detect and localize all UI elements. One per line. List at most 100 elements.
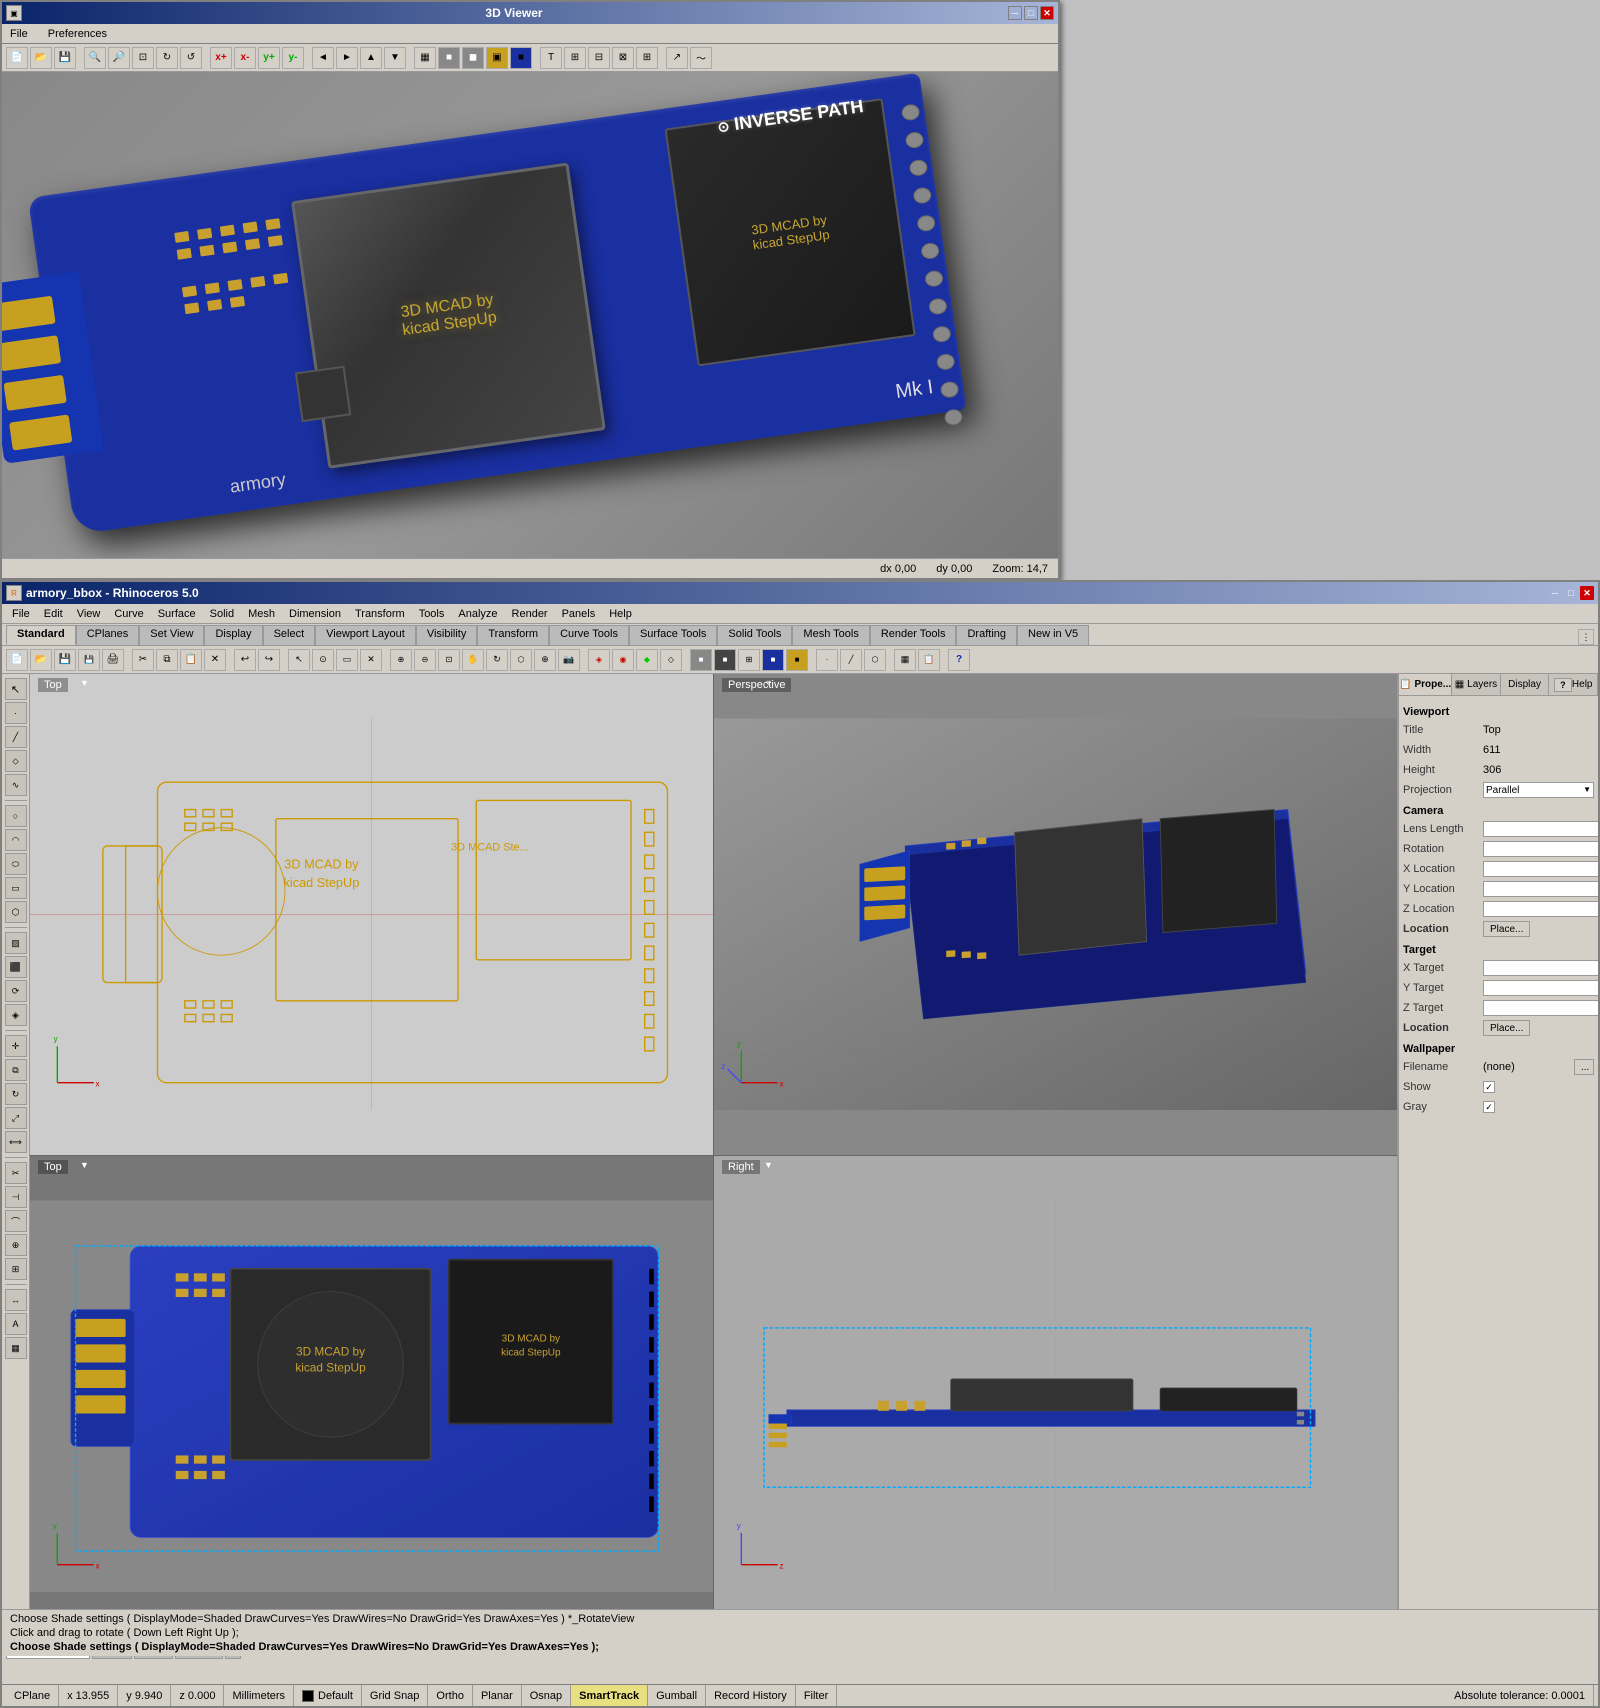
lt-dimension[interactable]: ↔ (5, 1289, 27, 1311)
viewport-top-left[interactable]: Top ▼ (30, 674, 713, 1155)
toolbar-pan-left[interactable]: ◄ (312, 47, 334, 69)
toolbar-x-neg[interactable]: x- (234, 47, 256, 69)
toolbar-zoom-fit[interactable]: ⊡ (132, 47, 154, 69)
ti-snap3[interactable]: ◆ (636, 649, 658, 671)
ti-shaded2[interactable]: ■ (714, 649, 736, 671)
bs-filter[interactable]: Filter (796, 1685, 837, 1706)
lt-point[interactable]: · (5, 702, 27, 724)
rp-place-btn[interactable]: Place... (1483, 921, 1530, 937)
toolbar-render4[interactable]: ■ (510, 47, 532, 69)
toolbar-render3[interactable]: ▣ (486, 47, 508, 69)
toolbar-new[interactable]: 📄 (6, 47, 28, 69)
rp-yloc-input[interactable]: 0.524 (1483, 881, 1598, 897)
rhino-minimize-button[interactable]: ─ (1548, 586, 1562, 600)
lt-trim[interactable]: ✂ (5, 1162, 27, 1184)
tab-mesh-tools[interactable]: Mesh Tools (792, 625, 869, 645)
lt-loft[interactable]: ◈ (5, 1004, 27, 1026)
ti-zoom-e[interactable]: ⊕ (390, 649, 412, 671)
ti-zoom-s[interactable]: ⊖ (414, 649, 436, 671)
bs-smart-track[interactable]: SmartTrack (571, 1685, 648, 1706)
toolbar-y-pos[interactable]: y+ (258, 47, 280, 69)
rp-gray-checkbox[interactable]: ✓ (1483, 1101, 1495, 1113)
rp-ztarget-input[interactable]: -0.825 (1483, 1000, 1598, 1016)
toolbar-layers[interactable]: ▦ (414, 47, 436, 69)
toolbar-options-button[interactable]: ⋮ (1578, 629, 1594, 645)
lt-polyline[interactable]: ⬦ (5, 750, 27, 772)
ti-redo[interactable]: ↪ (258, 649, 280, 671)
lt-ellipse[interactable]: ⬭ (5, 853, 27, 875)
menu-tools[interactable]: Tools (413, 606, 451, 622)
lt-copy-t[interactable]: ⧉ (5, 1059, 27, 1081)
ti-shaded1[interactable]: ■ (690, 649, 712, 671)
lt-extend[interactable]: ⊣ (5, 1186, 27, 1208)
viewer-canvas[interactable]: 3D MCAD bykicad StepUp 3D MCAD bykicad S… (2, 72, 1058, 558)
tab-new-in-v5[interactable]: New in V5 (1017, 625, 1089, 645)
ti-copy[interactable]: ⧉ (156, 649, 178, 671)
ti-window-select[interactable]: ▭ (336, 649, 358, 671)
tab-solid-tools[interactable]: Solid Tools (717, 625, 792, 645)
rhino-close-button[interactable]: ✕ (1580, 586, 1594, 600)
menu-transform[interactable]: Transform (349, 606, 411, 622)
viewer-menu-file[interactable]: File (6, 26, 32, 42)
ti-paste[interactable]: 📋 (180, 649, 202, 671)
ti-snap4[interactable]: ◇ (660, 649, 682, 671)
menu-render[interactable]: Render (506, 606, 554, 622)
ti-rotate3d[interactable]: ↻ (486, 649, 508, 671)
ti-render1[interactable]: ■ (762, 649, 784, 671)
menu-surface[interactable]: Surface (152, 606, 202, 622)
lt-boolean[interactable]: ⊕ (5, 1234, 27, 1256)
menu-panels[interactable]: Panels (556, 606, 602, 622)
ti-layers[interactable]: ▦ (894, 649, 916, 671)
ti-render2[interactable]: ■ (786, 649, 808, 671)
rp-show-checkbox[interactable]: ✓ (1483, 1081, 1495, 1093)
toolbar-zoom-out[interactable]: 🔎 (108, 47, 130, 69)
toolbar-wave[interactable]: 〜 (690, 47, 712, 69)
lt-polygon[interactable]: ⬡ (5, 901, 27, 923)
ti-new[interactable]: 📄 (6, 649, 28, 671)
bs-planar[interactable]: Planar (473, 1685, 522, 1706)
ti-zoom-w[interactable]: ⊡ (438, 649, 460, 671)
tab-set-view[interactable]: Set View (139, 625, 204, 645)
viewer-maximize-button[interactable]: □ (1024, 6, 1038, 20)
rp-xloc-input[interactable]: 4.005 (1483, 861, 1598, 877)
toolbar-misc2[interactable]: ⊠ (612, 47, 634, 69)
ti-line[interactable]: ╱ (840, 649, 862, 671)
rp-filename-btn[interactable]: ... (1574, 1059, 1594, 1075)
lt-line[interactable]: ╱ (5, 726, 27, 748)
ti-wire[interactable]: ⊞ (738, 649, 760, 671)
ti-open[interactable]: 📂 (30, 649, 52, 671)
ti-select[interactable]: ↖ (288, 649, 310, 671)
bs-grid-snap[interactable]: Grid Snap (362, 1685, 429, 1706)
toolbar-pan-right[interactable]: ► (336, 47, 358, 69)
bs-osnap[interactable]: Osnap (522, 1685, 571, 1706)
toolbar-render2[interactable]: ◼ (462, 47, 484, 69)
lt-hatch[interactable]: ▦ (5, 1337, 27, 1359)
lt-arc[interactable]: ◠ (5, 829, 27, 851)
rp-lens-input[interactable]: 50.0 (1483, 821, 1598, 837)
toolbar-rotate-ccw[interactable]: ↺ (180, 47, 202, 69)
rhino-restore-button[interactable]: □ (1564, 586, 1578, 600)
tab-viewport-layout[interactable]: Viewport Layout (315, 625, 416, 645)
lt-select-arrow[interactable]: ↖ (5, 678, 27, 700)
tab-drafting[interactable]: Drafting (956, 625, 1017, 645)
rp-xtarget-input[interactable]: 4.005 (1483, 960, 1598, 976)
lt-rect[interactable]: ▭ (5, 877, 27, 899)
ti-pan[interactable]: ✋ (462, 649, 484, 671)
menu-analyze[interactable]: Analyze (452, 606, 503, 622)
menu-dimension[interactable]: Dimension (283, 606, 347, 622)
tab-visibility[interactable]: Visibility (416, 625, 478, 645)
viewer-close-button[interactable]: ✕ (1040, 6, 1054, 20)
rptab-properties[interactable]: 📋 Prope... (1399, 674, 1452, 695)
rp-zloc-input[interactable]: 2.734 (1483, 901, 1598, 917)
toolbar-open[interactable]: 📂 (30, 47, 52, 69)
menu-curve[interactable]: Curve (108, 606, 149, 622)
tab-render-tools[interactable]: Render Tools (870, 625, 957, 645)
lt-curve[interactable]: ∿ (5, 774, 27, 796)
viewport-bottom-right[interactable]: Right ▼ (714, 1156, 1397, 1637)
toolbar-pan-down[interactable]: ▼ (384, 47, 406, 69)
menu-solid[interactable]: Solid (204, 606, 240, 622)
ti-delete[interactable]: ✕ (204, 649, 226, 671)
viewer-menu-preferences[interactable]: Preferences (44, 26, 111, 42)
bs-ortho[interactable]: Ortho (428, 1685, 473, 1706)
viewport-bottom-left[interactable]: Top ▼ (30, 1156, 713, 1637)
